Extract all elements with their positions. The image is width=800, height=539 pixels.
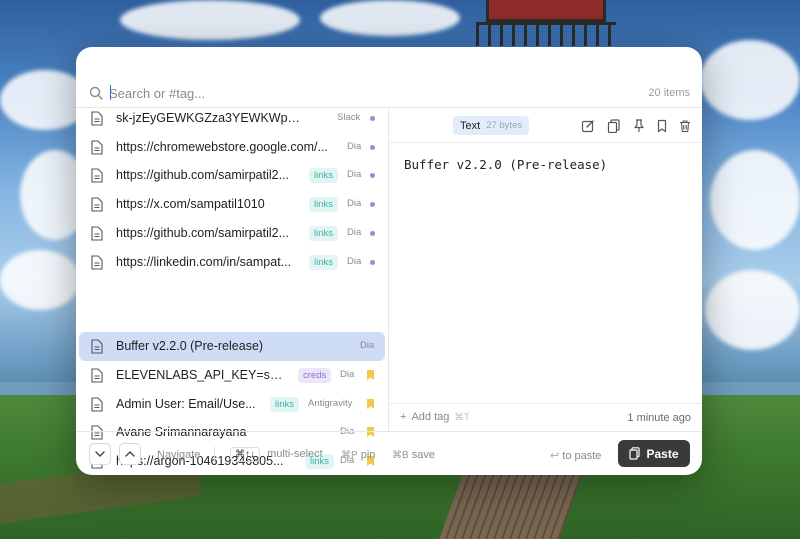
save-key: ⌘B <box>392 450 409 461</box>
save-label: save <box>411 449 435 461</box>
navigate-down-button[interactable] <box>89 443 111 465</box>
item-text: https://x.com/sampatil1010 <box>116 197 265 211</box>
list-item[interactable]: Admin User: Email/Use... links Antigravi… <box>79 390 385 419</box>
preview-content[interactable]: Buffer v2.2.0 (Pre-release) <box>404 157 607 172</box>
add-tag-shortcut: ⌘T <box>454 411 470 423</box>
edit-icon[interactable] <box>581 119 595 133</box>
search-bar: 20 items <box>76 77 702 107</box>
trash-icon[interactable] <box>678 119 692 133</box>
document-icon <box>91 368 103 383</box>
document-icon <box>91 339 103 354</box>
status-dot <box>370 116 375 121</box>
item-text: https://linkedin.com/in/sampat... <box>116 255 292 269</box>
multi-select-label: multi-select <box>267 448 323 460</box>
document-icon <box>91 111 103 126</box>
document-icon <box>91 397 103 412</box>
item-text: Buffer v2.2.0 (Pre-release) <box>116 339 264 353</box>
preview-pane: Text 27 bytes Buffer v2.2.0 (Pre-release… <box>389 108 702 431</box>
item-source: Dia <box>347 227 362 238</box>
preview-footer-divider <box>389 403 702 404</box>
list-item[interactable]: https://github.com/samirpatil2... links … <box>79 161 385 190</box>
item-count: 20 items <box>648 87 690 99</box>
item-text: ELEVENLABS_API_KEY=sk_... <box>116 368 286 382</box>
document-icon <box>91 140 103 155</box>
to-paste-label: to paste <box>562 450 602 462</box>
search-icon <box>89 86 103 100</box>
navigate-up-button[interactable] <box>119 443 141 465</box>
item-text: Admin User: Email/Use... <box>116 397 256 411</box>
type-label: Text <box>460 119 481 132</box>
bookmark-icon <box>367 370 374 380</box>
document-icon <box>91 197 103 212</box>
status-dot <box>370 260 375 265</box>
lighthouse-decoration <box>476 0 616 46</box>
paste-label: Paste <box>646 446 679 461</box>
to-paste-hint: ↩ to paste <box>550 449 601 462</box>
item-source: Dia <box>347 169 362 180</box>
item-text: https://chromewebstore.google.com/... <box>116 140 328 154</box>
search-input[interactable] <box>109 83 509 103</box>
document-icon <box>91 226 103 241</box>
pin-label: pin <box>360 449 376 461</box>
item-source: Dia <box>360 340 375 351</box>
tag-creds[interactable]: creds <box>298 368 332 383</box>
type-size: 27 bytes <box>486 120 523 131</box>
document-icon <box>91 255 103 270</box>
tag-links[interactable]: links <box>309 255 339 270</box>
pin-icon[interactable] <box>632 119 646 133</box>
footer-bar: Navigate ⌘↑↓ multi-select ⌘P pin ⌘B save… <box>76 432 702 475</box>
preview-header-divider <box>389 142 702 143</box>
document-icon <box>91 168 103 183</box>
tag-links[interactable]: links <box>309 197 339 212</box>
tag-links[interactable]: links <box>309 168 339 183</box>
text-caret <box>110 85 111 100</box>
timestamp: 1 minute ago <box>627 412 691 424</box>
save-hint: ⌘B save <box>392 449 435 461</box>
item-source: Dia <box>347 198 362 209</box>
multi-select-key: ⌘↑↓ <box>230 447 260 462</box>
footer-separator <box>214 447 215 461</box>
pier-decoration <box>437 474 583 539</box>
list-item[interactable]: sk-jzEyGEWKGZza3YEWKWp6051... Slack <box>79 104 385 133</box>
list-item[interactable]: https://x.com/sampatil1010 links Dia <box>79 190 385 219</box>
list-item[interactable]: https://github.com/samirpatil2... links … <box>79 219 385 248</box>
list-item-selected[interactable]: Buffer v2.2.0 (Pre-release) Dia <box>79 332 385 361</box>
item-source: Dia <box>340 369 355 380</box>
pin-hint: ⌘P pin <box>341 449 375 461</box>
return-icon: ↩ <box>550 450 560 462</box>
item-source: Slack <box>337 112 361 123</box>
clipboard-window: 20 items sk-jzEyGEWKGZza3YEWKWp6051... S… <box>76 47 702 475</box>
tag-links[interactable]: links <box>309 226 339 241</box>
bookmark-icon <box>367 399 374 409</box>
item-source: Dia <box>347 141 362 152</box>
clipboard-icon <box>629 447 641 460</box>
tag-links[interactable]: links <box>270 397 300 412</box>
chevron-up-icon <box>125 451 135 457</box>
copy-icon[interactable] <box>607 119 621 133</box>
navigate-hint: Navigate <box>157 449 201 461</box>
clip-list[interactable]: sk-jzEyGEWKGZza3YEWKWp6051... Slack http… <box>76 108 388 469</box>
status-dot <box>370 173 375 178</box>
plus-icon: + <box>400 411 407 423</box>
pin-key: ⌘P <box>341 450 358 461</box>
item-text: https://github.com/samirpatil2... <box>116 168 289 182</box>
chevron-down-icon <box>95 451 105 457</box>
item-source: Dia <box>347 256 362 267</box>
add-tag-label: Add tag <box>411 411 450 423</box>
status-dot <box>370 231 375 236</box>
list-item[interactable]: ELEVENLABS_API_KEY=sk_... creds Dia <box>79 361 385 390</box>
list-item[interactable]: https://chromewebstore.google.com/... Di… <box>79 133 385 162</box>
multi-select-hint: ⌘↑↓ multi-select <box>230 447 323 462</box>
type-badge: Text 27 bytes <box>453 116 530 135</box>
item-text: sk-jzEyGEWKGZza3YEWKWp6051... <box>116 111 306 125</box>
status-dot <box>370 145 375 150</box>
paste-button[interactable]: Paste <box>618 440 690 467</box>
list-item[interactable]: https://linkedin.com/in/sampat... links … <box>79 248 385 277</box>
item-source: Antigravity <box>308 398 353 409</box>
bookmark-icon[interactable] <box>655 119 669 133</box>
status-dot <box>370 202 375 207</box>
add-tag-button[interactable]: + Add tag ⌘T <box>400 411 470 423</box>
item-text: https://github.com/samirpatil2... <box>116 226 289 240</box>
